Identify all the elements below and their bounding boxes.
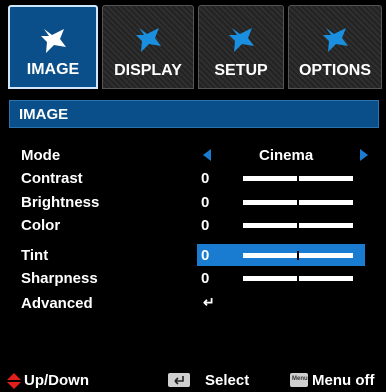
tab-options[interactable]: OPTIONS	[288, 5, 382, 89]
options-icon	[323, 28, 348, 52]
display-icon	[136, 28, 161, 52]
tab-image-label: IMAGE	[26, 61, 80, 78]
footer-help: Up/Down Select Menu Menu off	[0, 370, 386, 391]
menu-item-value: 0	[201, 170, 210, 187]
arrow-right-icon[interactable]	[360, 149, 368, 161]
menu-item-label: Sharpness	[21, 270, 98, 287]
menu-item-value: 0	[201, 217, 210, 234]
menu-item-value: 0	[201, 194, 210, 211]
menu-key-icon: Menu	[290, 373, 308, 387]
arrow-left-icon[interactable]	[203, 149, 211, 161]
slider-thumb[interactable]	[297, 251, 299, 260]
menu-key-label: Menu	[292, 376, 308, 382]
tab-image[interactable]: IMAGE	[8, 5, 98, 89]
footer-menu-text: Menu off	[312, 372, 375, 389]
slider-thumb[interactable]	[297, 198, 299, 207]
contrast-slider[interactable]	[243, 174, 353, 183]
menu-item-label: Mode	[21, 147, 61, 164]
tab-bar: IMAGE DISPLAY SETUP OPTIONS	[0, 0, 386, 94]
slider-thumb[interactable]	[297, 174, 299, 183]
osd-menu: IMAGE DISPLAY SETUP OPTIONS IMAGE Mode C…	[0, 0, 386, 391]
menu-item-label: Contrast	[21, 170, 83, 187]
tint-slider[interactable]	[243, 251, 353, 260]
brightness-slider[interactable]	[243, 198, 353, 207]
slider-thumb[interactable]	[297, 274, 299, 283]
up-down-arrows-icon	[7, 373, 21, 389]
tab-display[interactable]: DISPLAY	[102, 5, 194, 89]
menu-item-color[interactable]: Color 0	[9, 214, 379, 236]
slider-thumb[interactable]	[297, 221, 299, 230]
menu-item-label: Color	[21, 217, 61, 234]
enter-arrow-icon	[174, 376, 184, 385]
menu-item-contrast[interactable]: Contrast 0	[9, 167, 379, 189]
enter-icon: ↵	[203, 294, 215, 310]
enter-key-icon	[168, 373, 190, 387]
menu-item-value: 0	[201, 270, 210, 287]
section-title: IMAGE	[19, 106, 69, 123]
sharpness-slider[interactable]	[243, 274, 353, 283]
menu-item-sharpness[interactable]: Sharpness 0	[9, 267, 379, 289]
menu-item-label: Tint	[21, 247, 49, 264]
tab-options-label: OPTIONS	[298, 62, 371, 79]
menu-item-advanced[interactable]: Advanced ↵	[9, 292, 379, 314]
section-header: IMAGE	[9, 100, 379, 128]
menu-item-brightness[interactable]: Brightness 0	[9, 191, 379, 213]
setup-icon	[229, 28, 254, 52]
mode-value: Cinema	[259, 147, 314, 164]
tab-display-label: DISPLAY	[114, 62, 182, 79]
image-icon	[41, 29, 66, 53]
menu-item-tint[interactable]: Tint 0	[9, 244, 379, 266]
menu-item-label: Advanced	[21, 295, 93, 312]
color-slider[interactable]	[243, 221, 353, 230]
menu-item-label: Brightness	[21, 194, 100, 211]
menu-item-value: 0	[201, 247, 210, 264]
footer-select-text: Select	[205, 372, 250, 389]
footer-updown-text: Up/Down	[24, 372, 89, 389]
menu-item-mode[interactable]: Mode Cinema	[9, 144, 379, 166]
tab-setup[interactable]: SETUP	[198, 5, 284, 89]
tab-setup-label: SETUP	[214, 62, 268, 79]
